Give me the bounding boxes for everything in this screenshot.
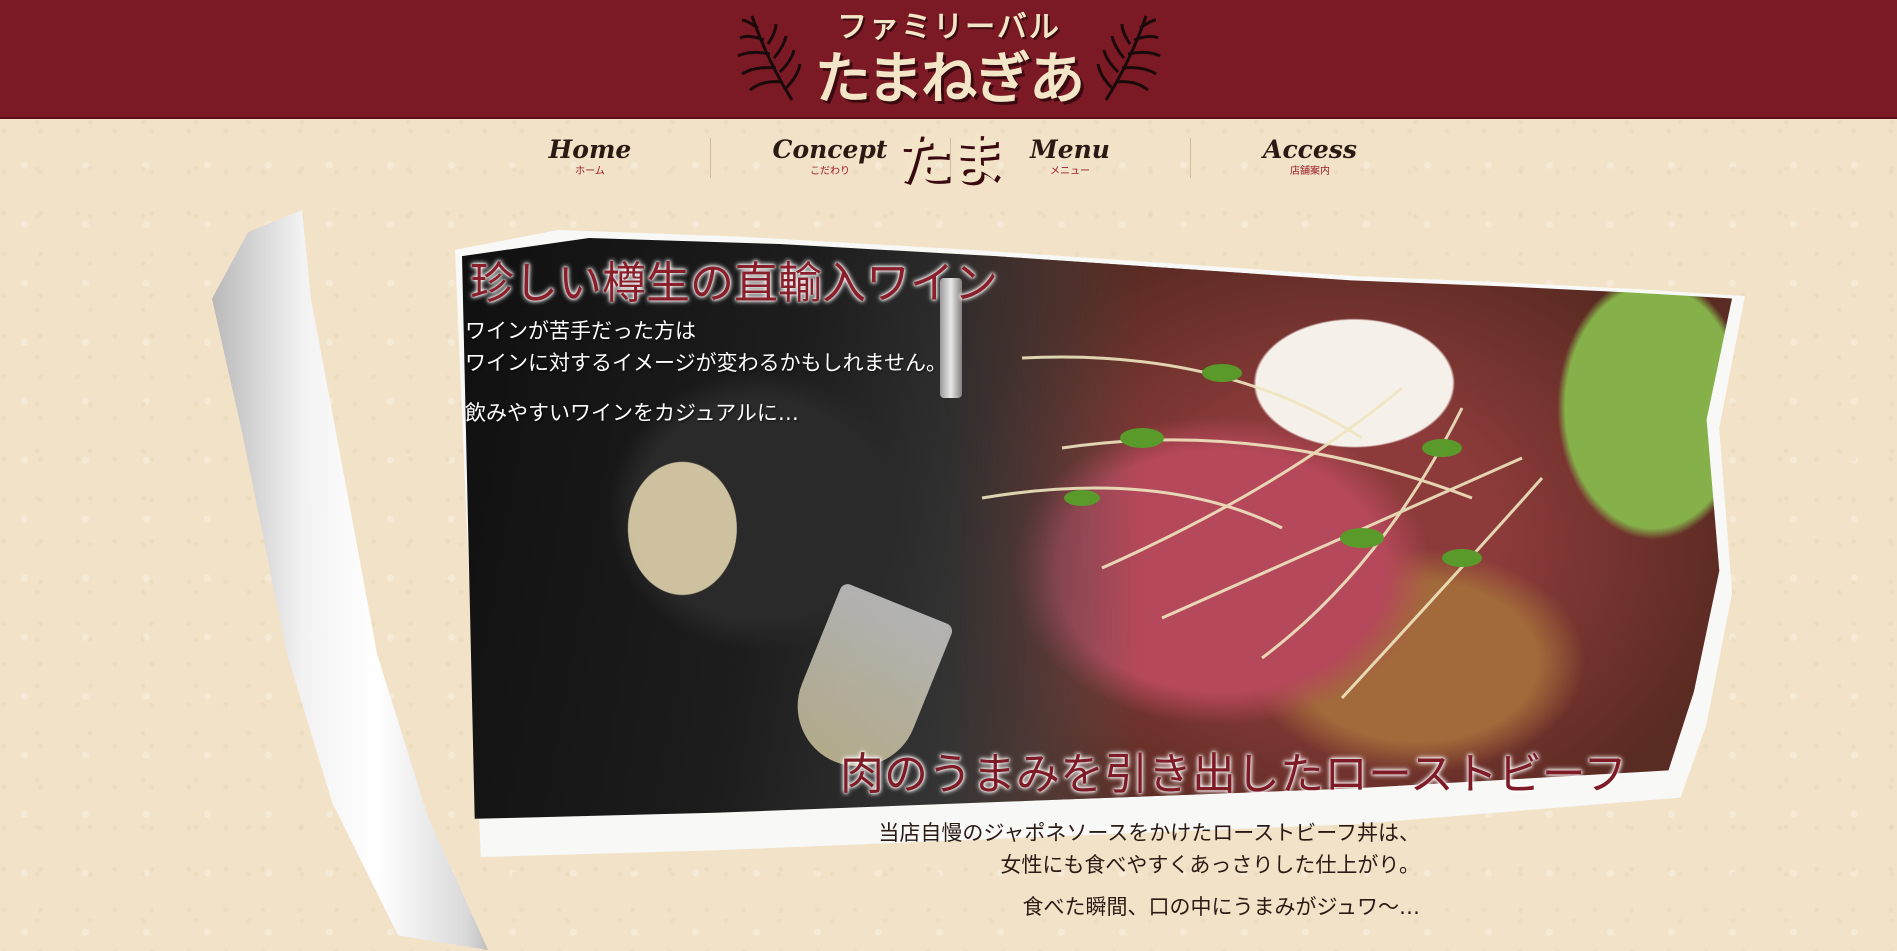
wine-line-1: ワインが苦手だった方は — [465, 319, 696, 343]
wine-heading: 珍しい樽生の直輸入ワイン — [470, 258, 998, 309]
nav-label-jp: 店舗案内 — [1290, 166, 1330, 177]
main-nav: Home ホーム Concept こだわり Menu メニュー Access 店… — [470, 128, 1430, 188]
beef-description-2: 食べた瞬間、口の中にうまみがジュワ〜… — [800, 891, 1420, 923]
wine-line-3: 飲みやすいワインをカジュアルに… — [465, 401, 799, 425]
beef-line-2: 女性にも食べやすくあっさりした仕上がり。 — [1000, 853, 1420, 877]
site-logo[interactable]: ファミリーバル たまねぎあたま — [734, 4, 1164, 193]
nav-label-jp: メニュー — [1050, 166, 1090, 177]
beef-heading: 肉のうまみを引き出したローストビーフ — [840, 749, 1628, 800]
nav-item-concept[interactable]: Concept こだわり — [710, 128, 950, 188]
hero-banner: 珍しい樽生の直輸入ワイン ワインが苦手だった方は ワインに対するイメージが変わる… — [200, 205, 1745, 950]
nav-item-menu[interactable]: Menu メニュー — [950, 128, 1190, 188]
nav-label-en: Home — [548, 135, 632, 164]
site-header: ファミリーバル たまねぎあたま — [0, 0, 1897, 193]
nav-label-en: Concept — [772, 135, 888, 164]
nav-item-home[interactable]: Home ホーム — [470, 128, 710, 188]
beef-line-3: 食べた瞬間、口の中にうまみがジュワ〜… — [1022, 895, 1420, 919]
nav-item-access[interactable]: Access 店舗案内 — [1190, 128, 1430, 188]
beef-description: 当店自慢のジャポネソースをかけたローストビーフ丼は、 女性にも食べやすくあっさり… — [800, 817, 1420, 881]
leaf-decoration-icon — [1096, 15, 1161, 101]
wine-description-2: 飲みやすいワインをカジュアルに… — [465, 397, 799, 429]
wine-line-2: ワインに対するイメージが変わるかもしれません。 — [465, 351, 947, 375]
nav-label-jp: こだわり — [810, 166, 850, 177]
nav-label-en: Access — [1263, 135, 1357, 164]
nav-label-jp: ホーム — [575, 166, 605, 177]
nav-label-en: Menu — [1030, 135, 1110, 164]
wine-description: ワインが苦手だった方は ワインに対するイメージが変わるかもしれません。 — [465, 315, 947, 379]
beef-line-1: 当店自慢のジャポネソースをかけたローストビーフ丼は、 — [878, 821, 1420, 845]
